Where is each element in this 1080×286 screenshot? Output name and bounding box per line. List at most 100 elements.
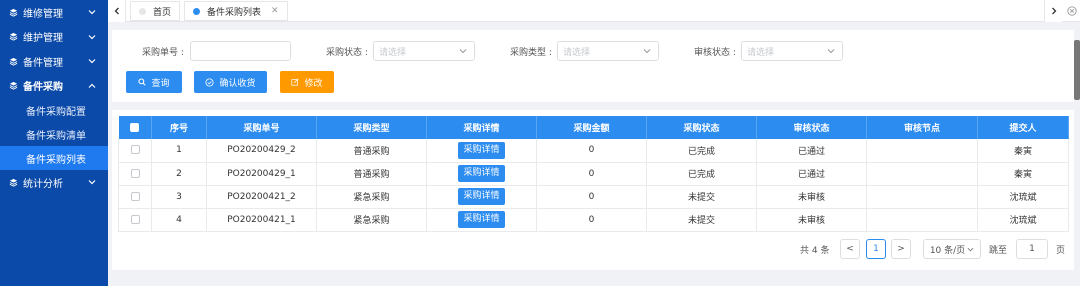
edit-button-label: 修改 (304, 78, 323, 89)
goto-page-input[interactable]: 1 (1016, 239, 1048, 259)
row-review-node (866, 139, 978, 163)
tab-procurement-list[interactable]: 备件采购列表 ✕ (184, 1, 288, 21)
table-row: 1 PO20200429_2 普通采购 采购详情 0 已完成 已通过 秦寅 (118, 139, 1069, 163)
column-header-review-status: 审核状态 (756, 116, 867, 139)
row-review-status: 未审核 (756, 185, 867, 209)
row-review-status: 已通过 (756, 162, 867, 186)
order-number-label: 采购单号 : (142, 48, 184, 58)
row-index: 3 (151, 185, 207, 209)
select-placeholder: 请选择 (563, 47, 591, 58)
row-select-cell (118, 185, 152, 209)
row-review-status: 已通过 (756, 139, 867, 163)
row-submitter: 秦寅 (977, 139, 1069, 163)
sidebar-item-statistics[interactable]: 统计分析 (0, 170, 108, 195)
search-panel: 采购单号 : 采购状态 : 请选择 采购类型 : 请选择 审核状态 : 请选择 … (112, 30, 1074, 102)
row-checkbox[interactable] (130, 191, 140, 201)
page-size-value: 10 条/页 (929, 245, 966, 256)
review-status-label: 审核状态 : (694, 48, 736, 58)
tab-scroll-right-button[interactable] (1044, 0, 1062, 22)
layers-icon (8, 56, 18, 66)
scrollbar[interactable] (1074, 40, 1080, 100)
tab-dot-icon (193, 7, 200, 15)
row-review-node (866, 162, 978, 186)
goto-label: 跳至 (989, 246, 1008, 256)
chevron-down-icon (88, 178, 96, 186)
sidebar-subitem-procurement-table[interactable]: 备件采购列表 (0, 146, 108, 170)
sidebar-item-spare-procurement[interactable]: 备件采购 (0, 74, 108, 99)
table-header-row: 序号 采购单号 采购类型 采购详情 采购金额 采购状态 审核状态 审核节点 提交… (118, 116, 1069, 139)
tab-home[interactable]: 首页 (130, 1, 181, 21)
chevron-down-icon (88, 33, 96, 41)
row-submitter: 沈琉斌 (977, 208, 1069, 232)
row-status: 已完成 (646, 162, 757, 186)
close-icon[interactable]: ✕ (271, 6, 279, 16)
sidebar-subitem-procurement-list[interactable]: 备件采购清单 (0, 122, 108, 146)
column-header-detail: 采购详情 (426, 116, 537, 139)
procurement-detail-button[interactable]: 采购详情 (458, 188, 505, 205)
row-type: 紧急采购 (316, 185, 427, 209)
sidebar-item-maintenance-upkeep[interactable]: 维护管理 (0, 25, 108, 50)
page-1-button[interactable]: 1 (866, 239, 886, 259)
layers-icon (8, 81, 18, 91)
row-detail-cell: 采购详情 (426, 162, 537, 186)
row-detail-cell: 采购详情 (426, 185, 537, 209)
sidebar-item-spare-parts[interactable]: 备件管理 (0, 49, 108, 74)
row-checkbox[interactable] (130, 214, 140, 224)
search-icon (138, 78, 147, 86)
row-status: 未提交 (646, 208, 757, 232)
column-header-submitter: 提交人 (977, 116, 1069, 139)
close-all-tabs-button[interactable] (1064, 0, 1080, 22)
sidebar-item-label: 统计分析 (23, 178, 63, 190)
tab-scroll-left-button[interactable] (108, 0, 126, 22)
row-submitter: 沈琉斌 (977, 185, 1069, 209)
select-all-checkbox[interactable] (130, 122, 140, 132)
sidebar-item-maintenance-repair[interactable]: 维修管理 (0, 0, 108, 25)
edit-button[interactable]: 修改 (280, 71, 334, 93)
row-type: 紧急采购 (316, 208, 427, 232)
procurement-status-select[interactable]: 请选择 (373, 41, 475, 61)
row-index: 2 (151, 162, 207, 186)
check-circle-icon (205, 77, 214, 87)
prev-page-button[interactable]: < (840, 239, 860, 259)
procurement-type-select[interactable]: 请选择 (557, 41, 659, 61)
row-checkbox[interactable] (130, 145, 140, 155)
procurement-table: 序号 采购单号 采购类型 采购详情 采购金额 采购状态 审核状态 审核节点 提交… (118, 116, 1069, 232)
column-header-status: 采购状态 (646, 116, 757, 139)
layers-icon (8, 32, 18, 42)
query-button-label: 查询 (151, 78, 170, 89)
chevron-down-icon (967, 247, 974, 251)
sidebar-item-label: 维护管理 (23, 33, 63, 45)
pagination-total: 共 4 条 (800, 246, 830, 256)
confirm-receipt-button-label: 确认收货 (219, 78, 256, 89)
next-page-button[interactable]: > (891, 239, 911, 259)
procurement-detail-button[interactable]: 采购详情 (458, 141, 505, 159)
row-select-cell (118, 162, 152, 186)
select-placeholder: 请选择 (379, 47, 407, 58)
select-all-header[interactable] (118, 116, 152, 139)
review-status-select[interactable]: 请选择 (741, 41, 843, 61)
sidebar-item-label: 备件管理 (23, 57, 63, 69)
chevron-down-icon (88, 57, 96, 65)
row-order-number: PO20200429_2 (206, 139, 317, 163)
procurement-detail-button[interactable]: 采购详情 (458, 165, 505, 182)
tab-label: 备件采购列表 (207, 7, 262, 18)
sidebar-subitem-procurement-config[interactable]: 备件采购配置 (0, 98, 108, 122)
table-row: 4 PO20200421_1 紧急采购 采购详情 0 未提交 未审核 沈琉斌 (118, 208, 1069, 232)
order-number-input[interactable] (190, 41, 291, 61)
chevron-down-icon (88, 8, 96, 16)
column-header-type: 采购类型 (316, 116, 427, 139)
procurement-detail-button[interactable]: 采购详情 (458, 211, 505, 228)
row-checkbox[interactable] (130, 168, 140, 178)
chevron-left-icon (114, 7, 119, 15)
row-amount: 0 (536, 208, 647, 232)
column-header-amount: 采购金额 (536, 116, 647, 139)
row-amount: 0 (536, 139, 647, 163)
page-size-select[interactable]: 10 条/页 (923, 239, 981, 259)
row-review-node (866, 185, 978, 209)
row-order-number: PO20200421_2 (206, 185, 317, 209)
confirm-receipt-button[interactable]: 确认收货 (194, 71, 267, 93)
layers-icon (8, 177, 18, 187)
chevron-down-icon (459, 49, 467, 54)
column-header-index: 序号 (151, 116, 207, 139)
query-button[interactable]: 查询 (126, 71, 182, 93)
